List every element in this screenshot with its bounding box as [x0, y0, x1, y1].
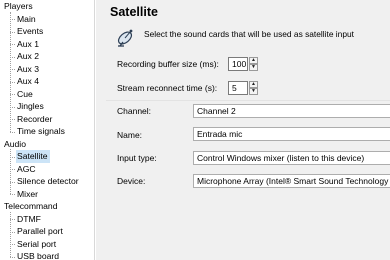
settings-panel: Satellite Select the sound cards that wi…	[96, 0, 390, 260]
tree-item[interactable]: Silence detector	[17, 175, 79, 188]
reconnect-time-stepper[interactable]: ▲ ▼	[249, 81, 258, 95]
reconnect-time-down-button[interactable]: ▼	[249, 88, 258, 95]
input-type-label: Input type:	[117, 153, 157, 163]
tree-item[interactable]: Satellite	[16, 150, 50, 163]
device-select[interactable]: Microphone Array (Intel® Smart Sound Tec…	[193, 174, 390, 188]
separator	[106, 100, 390, 101]
tree-category[interactable]: Audio	[4, 138, 26, 151]
tree-item[interactable]: AGC	[17, 163, 36, 176]
tree-category[interactable]: Players	[4, 0, 33, 13]
tree-item[interactable]: Jingles	[17, 100, 44, 113]
reconnect-time-label: Stream reconnect time (s):	[117, 83, 218, 93]
tree-item[interactable]: Main	[17, 13, 36, 26]
tree-connector	[10, 256, 15, 258]
tree-item[interactable]: Aux 4	[17, 75, 39, 88]
buffer-size-stepper[interactable]: ▲ ▼	[249, 57, 258, 71]
tree-item[interactable]: Cue	[17, 88, 33, 101]
input-type-select[interactable]: Control Windows mixer (listen to this de…	[193, 151, 390, 165]
tree-item[interactable]: USB board	[17, 250, 59, 260]
tree-connector	[10, 131, 15, 133]
name-label: Name:	[117, 130, 143, 140]
tree-connector	[10, 149, 11, 194]
reconnect-time-input[interactable]: 5	[228, 81, 248, 95]
tree-connector	[10, 11, 11, 132]
tree-item[interactable]: Parallel port	[17, 225, 63, 238]
tree-item[interactable]: Aux 1	[17, 38, 39, 51]
tree-category[interactable]: Telecommand	[4, 200, 58, 213]
tree-item[interactable]: DTMF	[17, 213, 41, 226]
tree-item[interactable]: Recorder	[17, 113, 52, 126]
channel-label: Channel:	[117, 106, 152, 116]
tree-item[interactable]: Aux 2	[17, 50, 39, 63]
tree-item[interactable]: Events	[17, 25, 43, 38]
tree-connector	[10, 211, 11, 257]
buffer-size-label: Recording buffer size (ms):	[117, 59, 219, 69]
tree-item[interactable]: Serial port	[17, 238, 56, 251]
tree-connector	[10, 194, 15, 195]
tree-item[interactable]: Aux 3	[17, 63, 39, 76]
settings-tree[interactable]: Players Main Events Aux 1 Aux 2 Aux 3 Aux 4 Cue…	[0, 0, 95, 260]
buffer-size-down-button[interactable]: ▼	[249, 64, 258, 71]
page-description: Select the sound cards that will be used…	[144, 29, 354, 39]
device-label: Device:	[117, 176, 146, 186]
buffer-size-input[interactable]: 100	[228, 57, 248, 71]
satellite-dish-icon	[117, 29, 133, 47]
page-title: Satellite	[110, 5, 158, 19]
tree-item[interactable]: Time signals	[17, 125, 65, 138]
tree-item[interactable]: Mixer	[17, 188, 38, 201]
channel-field[interactable]: Channel 2	[193, 104, 390, 118]
buffer-size-up-button[interactable]: ▲	[249, 57, 258, 64]
reconnect-time-up-button[interactable]: ▲	[249, 81, 258, 88]
name-field[interactable]: Entrada mic	[193, 127, 390, 141]
